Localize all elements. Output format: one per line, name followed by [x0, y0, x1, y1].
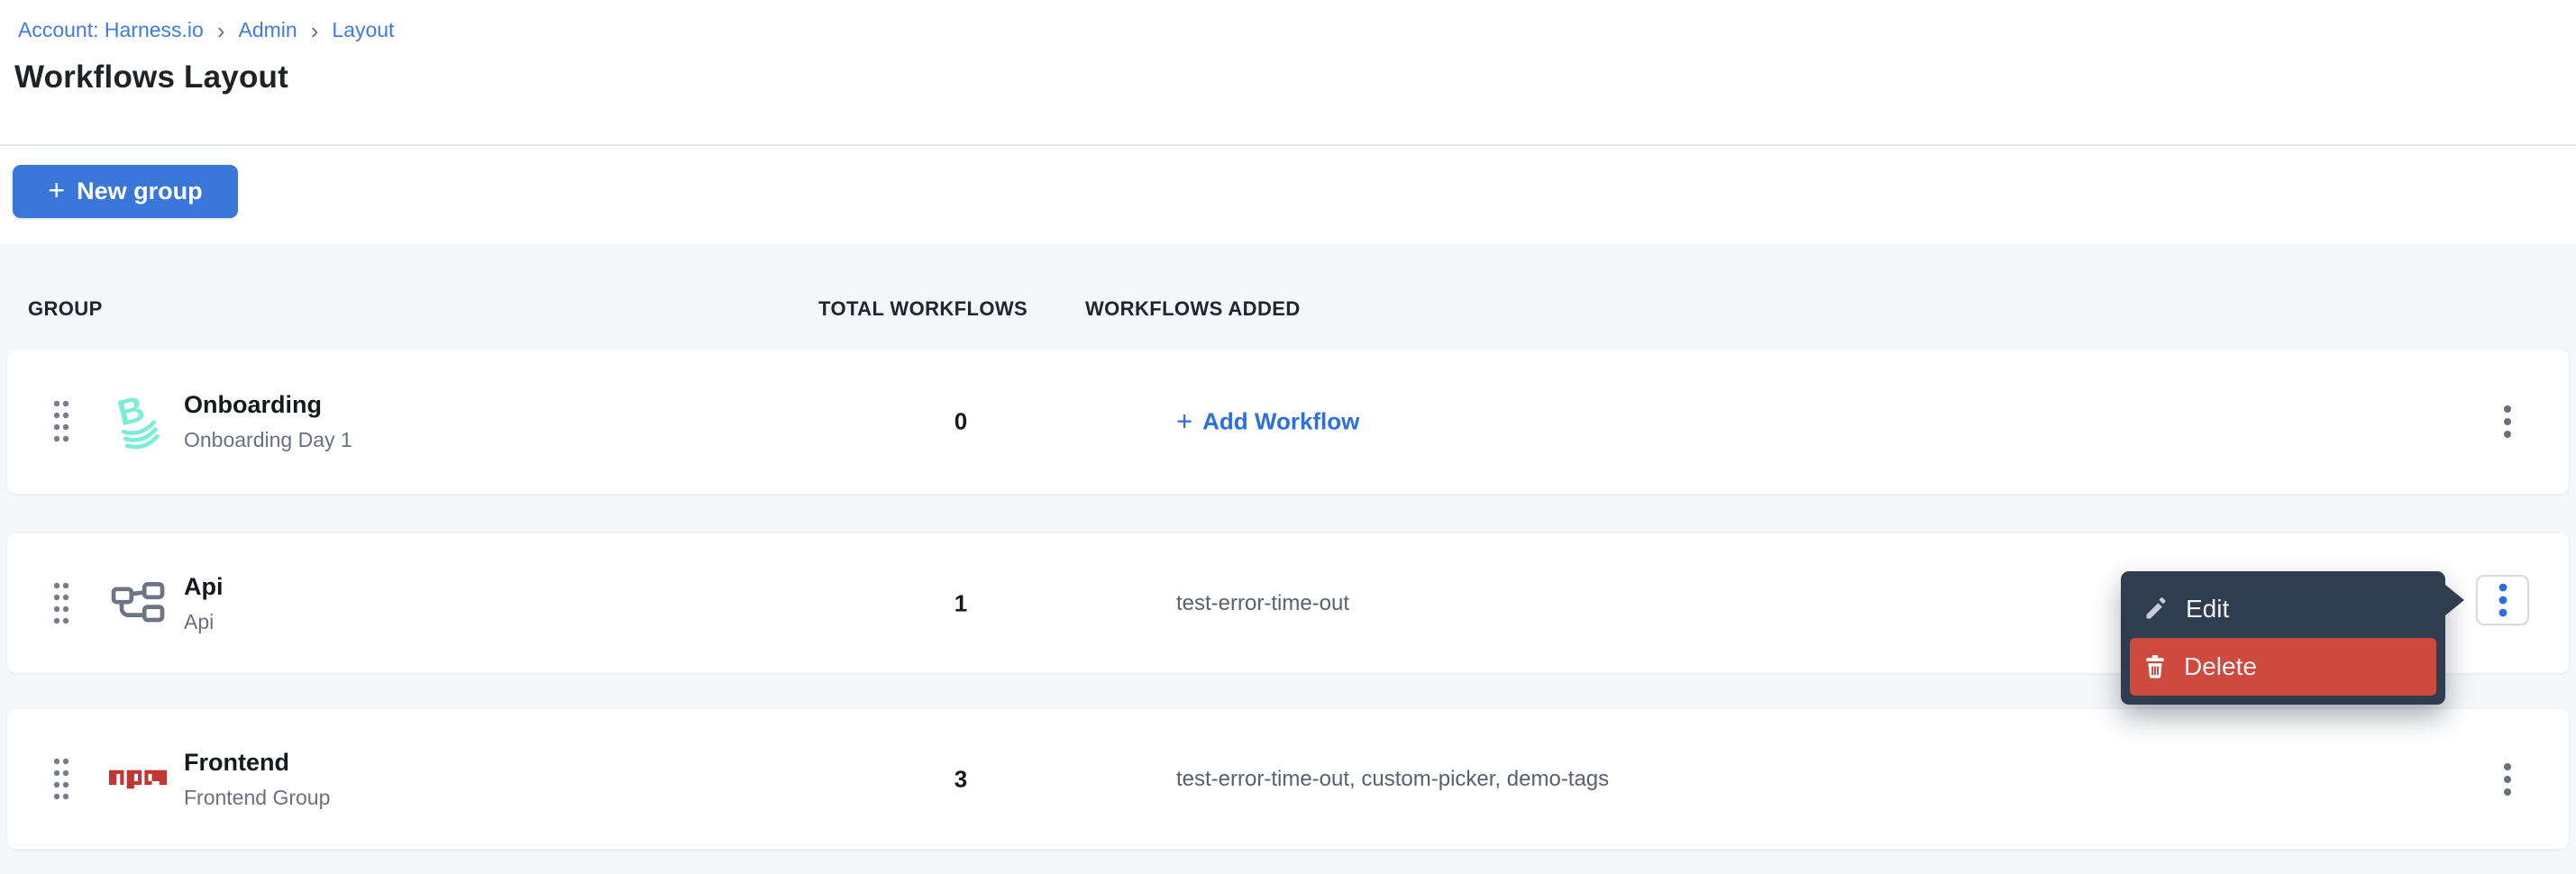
svg-text:B: B — [114, 389, 149, 434]
chevron-right-icon: › — [217, 18, 225, 42]
total-workflows-value: 3 — [826, 765, 1096, 793]
group-description: Onboarding Day 1 — [184, 428, 352, 452]
kebab-icon — [2503, 761, 2512, 797]
breadcrumb-link-account[interactable]: Account: Harness.io — [18, 18, 204, 42]
new-group-button-label: New group — [77, 178, 203, 205]
drag-dots-icon — [52, 756, 70, 803]
menu-arrow-icon — [2445, 585, 2464, 615]
stack-logo-icon: B — [108, 388, 168, 455]
drag-handle[interactable] — [52, 398, 70, 445]
breadcrumb-link-layout[interactable]: Layout — [332, 18, 394, 42]
workflows-added-value: test-error-time-out — [1176, 591, 1349, 616]
menu-item-edit-label: Edit — [2186, 595, 2229, 624]
group-description: Frontend Group — [184, 786, 330, 810]
workflows-layout-page: Account: Harness.io › Admin › Layout Wor… — [0, 0, 2576, 874]
group-row-api: Api Api 1 test-error-time-out Edit — [7, 533, 2569, 673]
total-workflows-value: 1 — [826, 589, 1096, 617]
table-header-group: GROUP — [28, 297, 103, 321]
menu-item-edit[interactable]: Edit — [2130, 580, 2436, 638]
kebab-icon — [2503, 404, 2512, 440]
breadcrumb-link-admin[interactable]: Admin — [239, 18, 297, 42]
group-info: Api Api — [184, 573, 224, 634]
group-name: Frontend — [184, 749, 330, 777]
menu-item-delete-label: Delete — [2184, 652, 2257, 681]
chevron-right-icon: › — [311, 18, 319, 42]
total-workflows-value: 0 — [826, 408, 1096, 436]
table-header-total-workflows: TOTAL WORKFLOWS — [818, 297, 1028, 321]
group-name: Api — [184, 573, 224, 601]
plus-icon: + — [1176, 406, 1192, 434]
row-context-menu: Edit Delete — [2121, 571, 2445, 705]
workflow-branch-icon — [108, 579, 168, 628]
page-title: Workflows Layout — [14, 59, 288, 96]
table-header-workflows-added: WORKFLOWS ADDED — [1085, 297, 1301, 321]
add-workflow-label: Add Workflow — [1202, 408, 1359, 436]
kebab-icon — [2498, 581, 2507, 619]
header-divider — [0, 144, 2576, 146]
trash-icon — [2143, 654, 2167, 679]
pencil-icon — [2143, 596, 2169, 622]
group-info: Onboarding Onboarding Day 1 — [184, 391, 352, 452]
drag-dots-icon — [52, 580, 70, 627]
drag-handle[interactable] — [52, 580, 70, 627]
drag-handle[interactable] — [52, 756, 70, 803]
group-info: Frontend Frontend Group — [184, 749, 330, 810]
group-description: Api — [184, 610, 224, 634]
drag-dots-icon — [52, 398, 70, 445]
npm-logo-icon — [108, 769, 168, 788]
groups-list-panel: GROUP TOTAL WORKFLOWS WORKFLOWS ADDED B — [0, 243, 2576, 874]
workflows-added-value: test-error-time-out, custom-picker, demo… — [1176, 767, 1609, 792]
row-options-button[interactable] — [2482, 761, 2533, 797]
plus-icon: + — [48, 176, 65, 205]
row-options-button[interactable] — [2482, 404, 2533, 440]
group-name: Onboarding — [184, 391, 352, 419]
row-options-button-active[interactable] — [2476, 575, 2529, 625]
group-row-frontend: Frontend Frontend Group 3 test-error-tim… — [7, 709, 2569, 849]
menu-item-delete[interactable]: Delete — [2130, 638, 2436, 696]
group-row-onboarding: B Onboarding Onboarding Day 1 0 + Add Wo… — [7, 350, 2569, 494]
new-group-button[interactable]: + New group — [13, 165, 238, 218]
add-workflow-button[interactable]: + Add Workflow — [1176, 408, 1359, 436]
breadcrumb: Account: Harness.io › Admin › Layout — [18, 18, 394, 42]
